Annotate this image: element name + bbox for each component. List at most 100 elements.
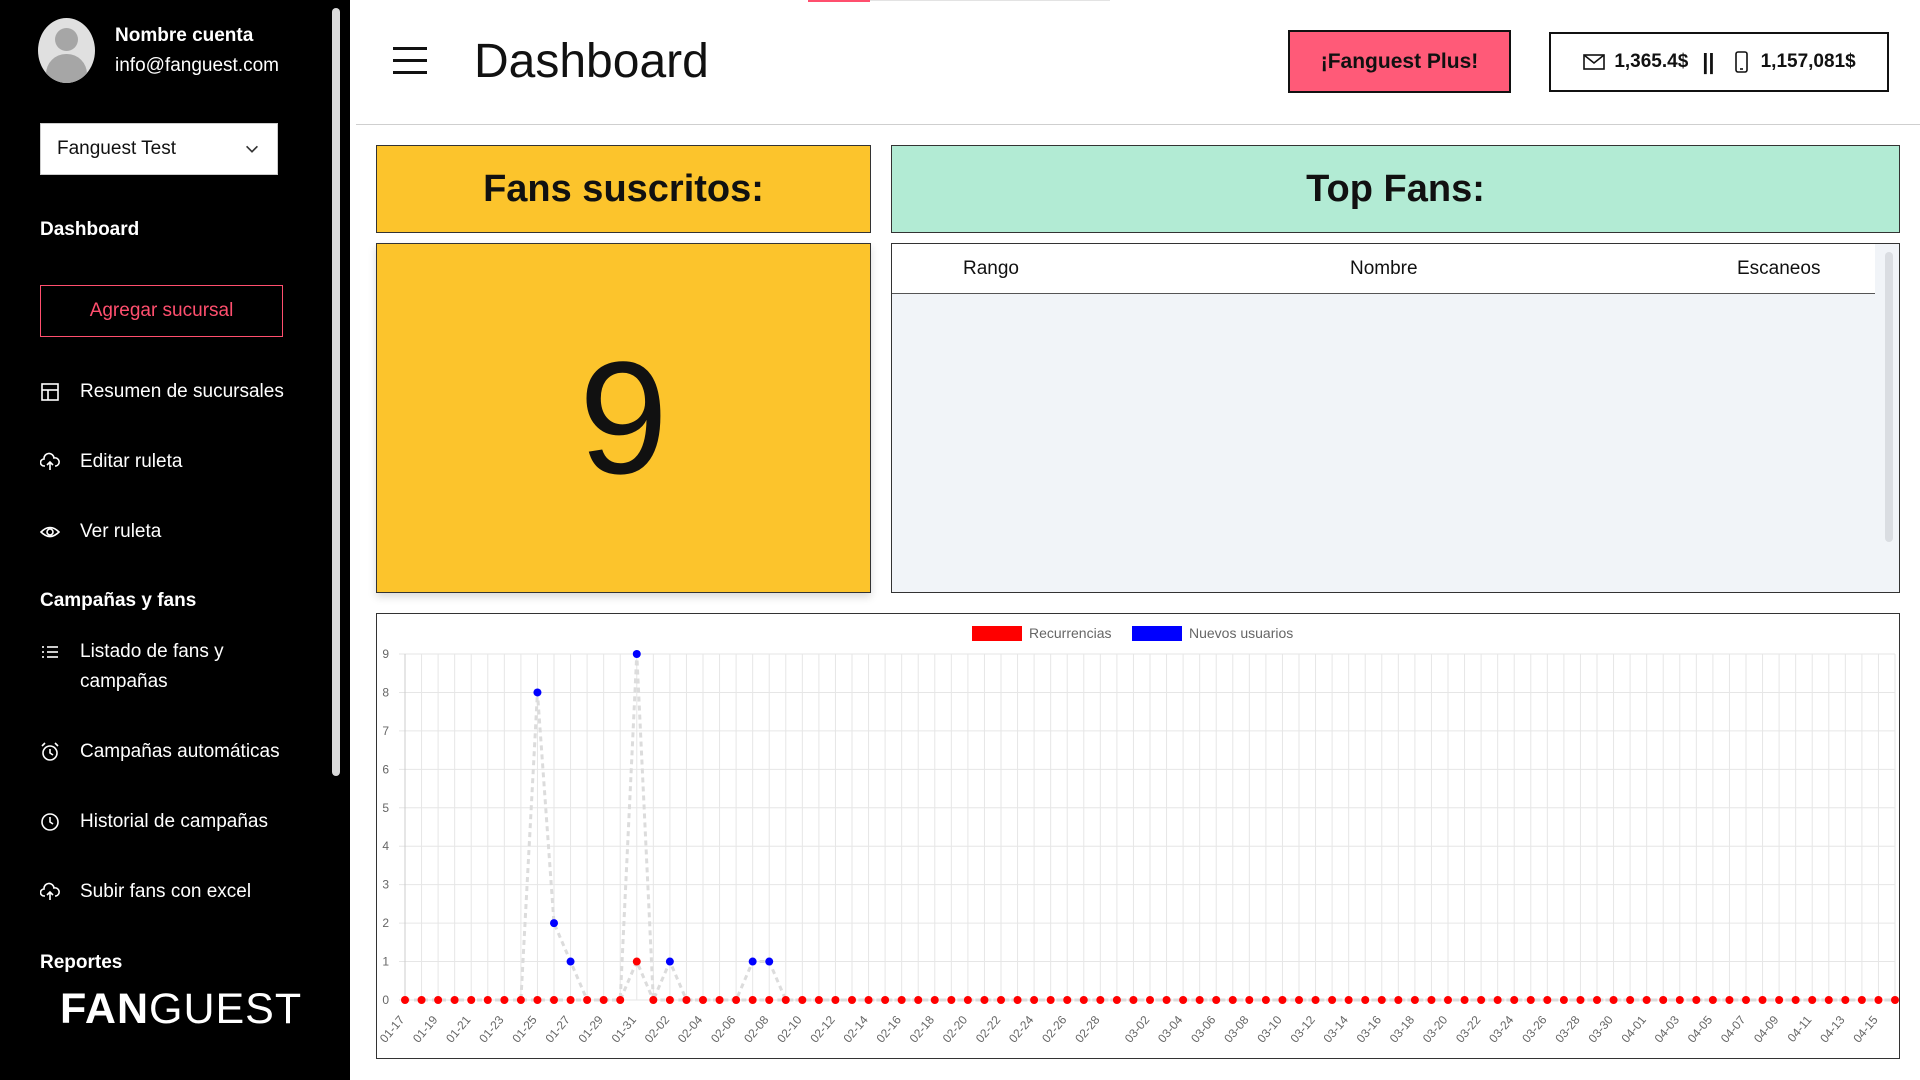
x-tick-label: 04-11 <box>1785 1013 1815 1045</box>
brand-logo: FANGUEST <box>60 985 302 1034</box>
y-tick-label: 3 <box>382 878 389 892</box>
x-tick-label: 02-24 <box>1006 1013 1037 1046</box>
sidebar-item-label: Historial de campañas <box>80 811 268 832</box>
data-point-recurrences <box>1245 996 1254 1004</box>
data-point-recurrences <box>914 996 923 1004</box>
sidebar-item-label: Subir fans con excel <box>80 881 252 902</box>
subscribed-fans-count: 9 <box>376 243 871 593</box>
x-tick-label: 02-02 <box>642 1013 673 1046</box>
data-point-recurrences <box>963 996 972 1004</box>
app-root: Nombre cuenta info@fanguest.com Fanguest… <box>0 0 1920 1080</box>
mail-icon <box>1583 54 1606 70</box>
data-point-new-users <box>665 957 674 966</box>
menu-icon[interactable] <box>393 47 427 75</box>
sidebar-item-label: Resumen de sucursales <box>80 381 284 402</box>
sidebar-item-branch-summary[interactable]: Resumen de sucursales <box>40 377 300 407</box>
x-tick-label: 02-12 <box>807 1013 838 1046</box>
x-tick-label: 02-18 <box>907 1013 938 1046</box>
x-tick-label: 04-05 <box>1685 1013 1716 1046</box>
data-point-recurrences <box>599 996 608 1004</box>
sidebar-item-upload-excel[interactable]: Subir fans con excel <box>40 877 300 907</box>
data-point-recurrences <box>434 996 443 1004</box>
data-point-recurrences <box>1030 996 1039 1004</box>
layout-icon <box>40 377 62 407</box>
data-point-recurrences <box>417 996 426 1004</box>
data-point-recurrences <box>500 996 509 1004</box>
data-point-recurrences <box>1228 996 1237 1004</box>
data-point-recurrences <box>1576 996 1585 1004</box>
x-tick-label: 01-21 <box>443 1013 474 1046</box>
legend-swatch <box>1132 626 1182 641</box>
data-point-recurrences <box>1295 996 1303 1004</box>
data-point-recurrences <box>699 996 707 1004</box>
data-point-recurrences <box>1328 996 1337 1004</box>
sidebar-item-view-roulette[interactable]: Ver ruleta <box>40 517 300 547</box>
x-tick-label: 03-12 <box>1287 1013 1318 1046</box>
data-point-recurrences <box>831 996 840 1004</box>
data-point-recurrences <box>1460 996 1469 1004</box>
page-title: Dashboard <box>474 35 709 88</box>
account-name: Nombre cuenta <box>115 24 254 46</box>
data-point-recurrences <box>1444 996 1452 1004</box>
data-point-recurrences <box>1278 996 1287 1004</box>
column-header-rank[interactable]: Rango <box>963 258 1019 280</box>
data-point-recurrences <box>1410 996 1419 1004</box>
data-point-recurrences <box>1261 996 1270 1004</box>
data-point-recurrences <box>1394 996 1403 1004</box>
data-point-recurrences <box>566 996 575 1004</box>
branch-select[interactable]: Fanguest Test <box>40 123 278 175</box>
legend-label: Recurrencias <box>1029 625 1111 641</box>
x-tick-label: 01-25 <box>509 1013 540 1046</box>
x-tick-label: 02-26 <box>1039 1013 1070 1046</box>
fanguest-plus-button[interactable]: ¡Fanguest Plus! <box>1288 30 1511 93</box>
data-point-recurrences <box>947 996 956 1004</box>
table-scrollbar[interactable] <box>1885 252 1893 542</box>
x-tick-label: 03-20 <box>1420 1013 1451 1046</box>
data-point-recurrences <box>1493 996 1502 1004</box>
add-branch-button[interactable]: Agregar sucursal <box>40 285 283 337</box>
sidebar-scrollbar[interactable] <box>332 8 340 776</box>
top-fans-table: Rango Nombre Escaneos <box>891 243 1900 593</box>
sidebar-item-campaign-history[interactable]: Historial de campañas <box>40 807 300 837</box>
x-tick-label: 03-10 <box>1254 1013 1285 1046</box>
column-header-name[interactable]: Nombre <box>1350 258 1418 280</box>
x-tick-label: 03-30 <box>1585 1013 1616 1046</box>
column-header-scans[interactable]: Escaneos <box>1737 258 1820 280</box>
data-point-recurrences <box>1891 996 1899 1004</box>
data-point-new-users <box>566 957 575 966</box>
data-point-recurrences <box>516 996 525 1004</box>
data-point-new-users <box>765 957 774 966</box>
branch-select-value: Fanguest Test <box>57 138 177 159</box>
x-tick-label: 02-10 <box>774 1013 805 1046</box>
data-point-recurrences <box>897 996 906 1004</box>
sidebar-item-auto-campaigns[interactable]: Campañas automáticas <box>40 737 300 767</box>
sidebar-item-fans-list[interactable]: Listado de fans y campañas <box>40 637 300 697</box>
data-point-recurrences <box>1179 996 1188 1004</box>
x-tick-label: 02-20 <box>940 1013 971 1046</box>
data-point-recurrences <box>1609 996 1618 1004</box>
x-tick-label: 04-09 <box>1751 1013 1782 1046</box>
data-point-recurrences <box>1742 996 1750 1004</box>
y-tick-label: 2 <box>382 916 389 930</box>
data-point-recurrences <box>1046 996 1055 1004</box>
x-tick-label: 04-03 <box>1652 1013 1683 1046</box>
data-point-recurrences <box>798 996 807 1004</box>
top-fans-title: Top Fans: <box>891 145 1900 233</box>
data-point-recurrences <box>1063 996 1072 1004</box>
data-point-recurrences <box>1096 996 1105 1004</box>
data-point-new-users <box>550 919 558 928</box>
y-tick-label: 1 <box>382 955 389 969</box>
avatar <box>38 18 95 83</box>
data-point-recurrences <box>1129 996 1138 1004</box>
x-tick-label: 01-29 <box>576 1013 607 1046</box>
data-point-recurrences <box>1642 996 1651 1004</box>
data-point-recurrences <box>732 996 741 1004</box>
sidebar-item-edit-roulette[interactable]: Editar ruleta <box>40 447 300 477</box>
x-tick-label: 02-06 <box>708 1013 739 1046</box>
clock-icon <box>40 807 62 837</box>
top-accent <box>808 0 870 2</box>
x-tick-label: 04-13 <box>1817 1013 1848 1046</box>
account-profile[interactable]: Nombre cuenta info@fanguest.com <box>38 18 279 83</box>
x-tick-label: 03-06 <box>1188 1013 1219 1046</box>
data-point-recurrences <box>715 996 724 1004</box>
